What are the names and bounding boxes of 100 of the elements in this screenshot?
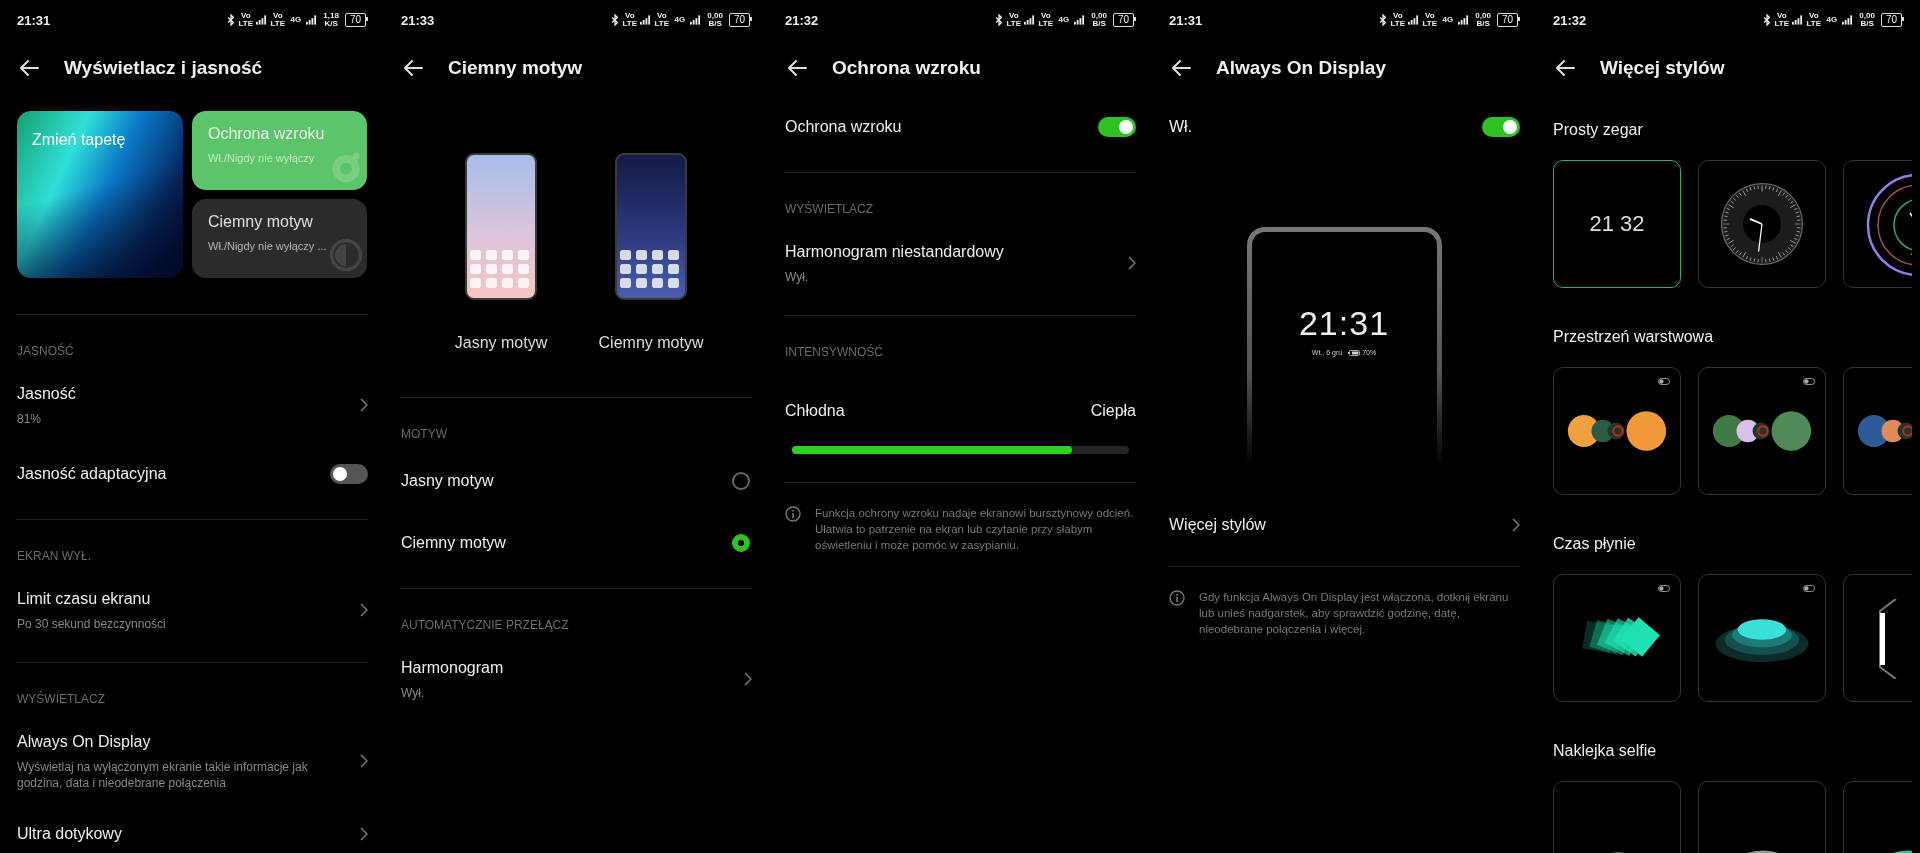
row-subtitle: Wyświetlaj na wyłączonym ekranie takie informacje jak godzina, data i nieodebrane połączenia — [17, 759, 309, 791]
network-speed: 0,00 B/S — [1091, 12, 1107, 28]
section-header: INTENSYWNOŚĆ — [784, 343, 884, 361]
switch-icon — [1658, 585, 1670, 592]
signal-icon — [1408, 15, 1420, 25]
style-tile[interactable] — [1553, 367, 1681, 495]
status-time: 21:31 — [17, 12, 51, 28]
row-title[interactable]: Więcej stylów — [1169, 514, 1266, 536]
style-tile[interactable] — [1698, 160, 1826, 288]
page-title: Ochrona wzroku — [832, 57, 981, 79]
network-label: Vo LTE — [1390, 12, 1406, 28]
style-tile[interactable] — [1698, 367, 1826, 495]
style-group-title: Czas płynie — [1553, 534, 1637, 554]
tile-subtitle: Wł./Nigdy nie wyłączy ... — [208, 240, 328, 252]
chevron-icon[interactable] — [744, 672, 752, 686]
bluetooth-icon — [995, 14, 1004, 26]
battery-indicator: 70 — [344, 13, 366, 27]
signal-icon — [640, 15, 652, 25]
phone-mockup[interactable] — [615, 153, 687, 300]
switch-icon — [1658, 378, 1670, 385]
row-title: Wł. — [1169, 117, 1193, 137]
slider-track[interactable] — [792, 446, 1129, 454]
network-label: 4G — [1057, 16, 1071, 24]
network-label: Vo LTE — [622, 12, 638, 28]
signal-icon — [1792, 15, 1804, 25]
style-group-title: Przestrzeń warstwowa — [1553, 327, 1715, 347]
row-title[interactable]: Always On Display — [17, 731, 317, 753]
row-title[interactable]: Ultra dotykowy — [17, 823, 122, 845]
signal-icon — [1842, 15, 1854, 25]
network-label: 4G — [1441, 16, 1455, 24]
row-title[interactable]: Jasny motyw — [401, 470, 494, 492]
status-time: 21:31 — [1169, 12, 1203, 28]
radio-button[interactable] — [732, 534, 750, 552]
theme-label[interactable]: Ciemny motyw — [598, 332, 704, 354]
bluetooth-icon — [1379, 14, 1388, 26]
toggle-switch[interactable] — [1098, 117, 1136, 137]
row-title: Ochrona wzroku — [785, 117, 902, 137]
row-title[interactable]: Ciemny motyw — [401, 532, 506, 554]
section-header: WYŚWIETLACZ — [784, 200, 874, 218]
style-tile[interactable]: 21 32 — [1553, 160, 1681, 288]
row-title[interactable]: Harmonogram niestandardowy — [785, 241, 1004, 263]
row-title[interactable]: Harmonogram — [401, 657, 504, 679]
network-speed: 0,00 B/S — [707, 12, 723, 28]
section-header: EKRAN WYŁ. — [16, 548, 92, 565]
network-label: Vo LTE — [270, 12, 286, 28]
info-icon — [785, 506, 801, 522]
battery-indicator: 70 — [1880, 13, 1902, 27]
network-label: 4G — [673, 16, 687, 24]
network-label: Vo LTE — [238, 12, 254, 28]
bluetooth-icon — [227, 14, 236, 26]
chevron-icon[interactable] — [360, 603, 368, 617]
style-tile[interactable] — [1698, 574, 1826, 702]
chevron-icon[interactable] — [1128, 256, 1136, 270]
chevron-icon[interactable] — [360, 398, 368, 412]
tile-subtitle: Wł./Nigdy nie wyłączy — [208, 152, 316, 164]
network-label: Vo LTE — [1774, 12, 1790, 28]
chevron-icon[interactable] — [1512, 518, 1520, 532]
network-label: Vo LTE — [1038, 12, 1054, 28]
theme-label[interactable]: Jasny motyw — [454, 332, 548, 354]
page-title: Więcej stylów — [1600, 57, 1725, 79]
network-label: 4G — [1825, 16, 1839, 24]
chevron-icon[interactable] — [360, 754, 368, 768]
status-time: 21:33 — [401, 12, 435, 28]
toggle-switch[interactable] — [1482, 117, 1520, 137]
section-header: MOTYW — [400, 426, 448, 443]
phone-mockup[interactable] — [465, 153, 537, 300]
info-text: Gdy funkcja Always On Display jest włączona, dotknij ekranu lub unieś nadgarstek, aby sprawdzić godzinę, datę, nieodebrane połączenia i więcej. — [1199, 590, 1510, 637]
network-speed: 1,18 K/S — [323, 12, 339, 28]
bluetooth-icon — [611, 14, 620, 26]
info-text: Funkcja ochrony wzroku nadaje ekranowi bursztynowy odcień. Ułatwia to patrzenie na ekran lub czytanie przy słabym oświetleniu i może pomóc w zasypianiu. — [815, 506, 1135, 553]
row-subtitle: 81% — [17, 411, 43, 427]
switch-icon — [1803, 585, 1815, 592]
toggle-switch[interactable] — [330, 464, 368, 484]
signal-icon — [306, 15, 318, 25]
style-tile[interactable] — [1553, 574, 1681, 702]
signal-icon — [1458, 15, 1470, 25]
network-label: 4G — [289, 16, 303, 24]
battery-indicator: 70 — [728, 13, 750, 27]
tile-title: Ciemny motyw — [208, 213, 314, 231]
switch-icon — [1803, 378, 1815, 385]
slider-min-label: Chłodna — [785, 401, 845, 421]
signal-icon — [690, 15, 702, 25]
chevron-icon[interactable] — [360, 827, 368, 841]
network-speed: 0,00 B/S — [1475, 12, 1491, 28]
page-title: Ciemny motyw — [448, 57, 583, 79]
signal-icon — [256, 15, 268, 25]
row-title[interactable]: Limit czasu ekranu — [17, 588, 166, 610]
bluetooth-icon — [1763, 14, 1772, 26]
section-header: WYŚWIETLACZ — [16, 690, 106, 708]
row-subtitle: Wył. — [401, 685, 426, 701]
style-group-title: Prosty zegar — [1553, 120, 1644, 140]
battery-indicator: 70 — [1496, 13, 1518, 27]
row-title[interactable]: Jasność — [17, 383, 76, 405]
battery-indicator: 70 — [1112, 13, 1134, 27]
radio-button[interactable] — [732, 472, 750, 490]
section-header: JASNOŚĆ — [16, 342, 75, 360]
section-header: AUTOMATYCZNIE PRZEŁĄCZ — [400, 617, 570, 634]
style-group-title: Naklejka selfie — [1553, 741, 1658, 761]
shortcut-tile[interactable]: Ciemny motyw Wł./Nigdy nie wyłączy ... — [192, 199, 367, 278]
status-time: 21:32 — [785, 12, 819, 28]
